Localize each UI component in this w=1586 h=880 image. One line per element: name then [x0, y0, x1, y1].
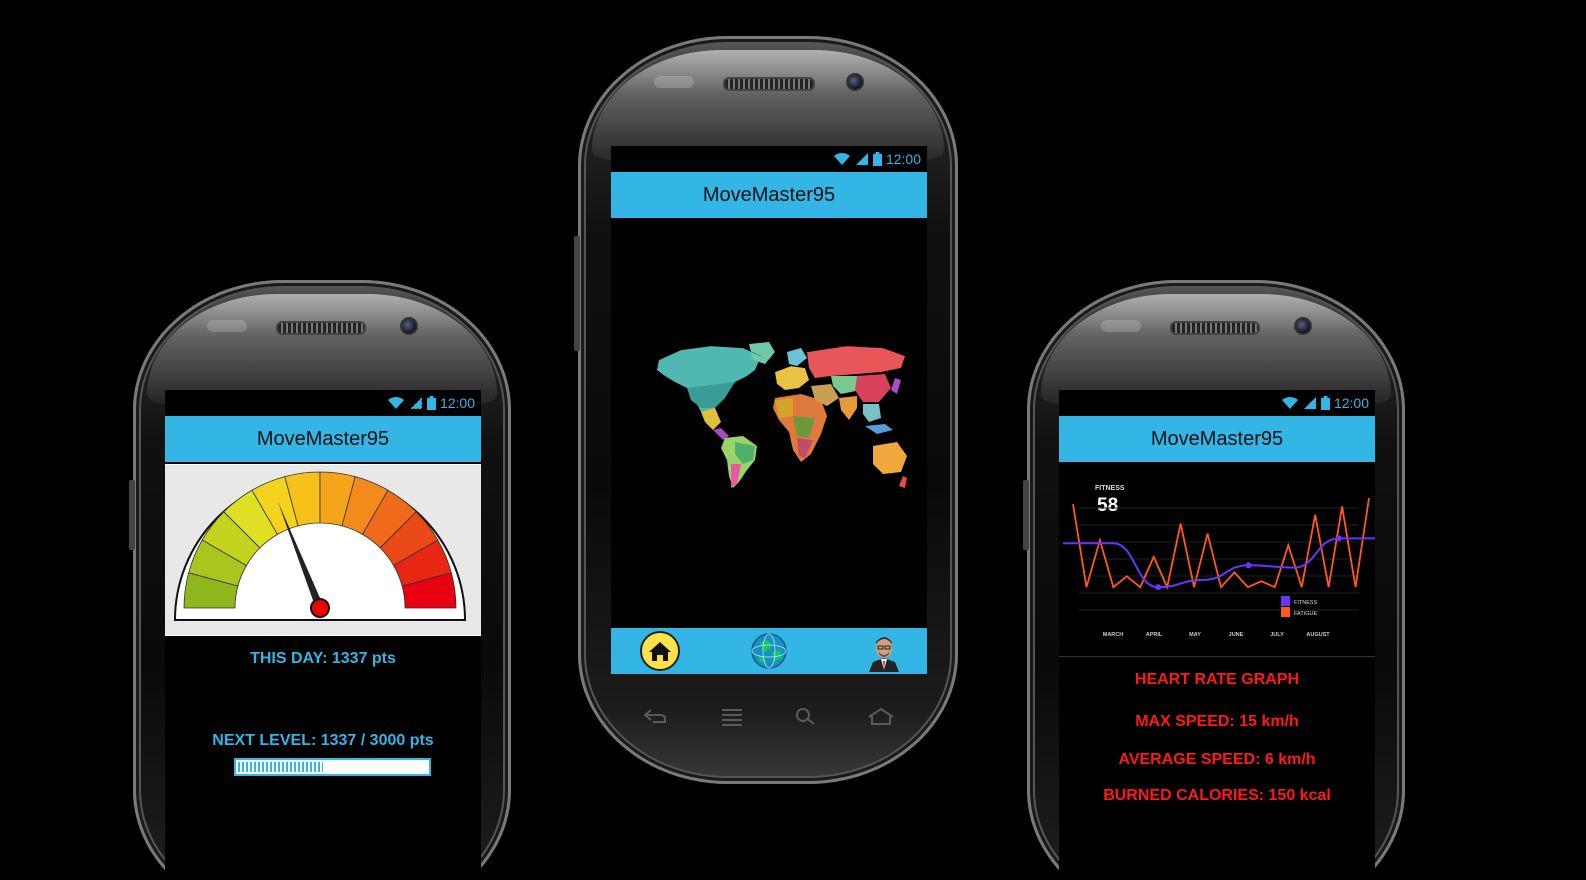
earpiece-speaker [276, 321, 366, 335]
chart-x-tick-label: JUNE [1229, 632, 1244, 638]
profile-icon [863, 630, 905, 672]
status-time: 12:00 [885, 151, 921, 167]
phone-gloss [147, 294, 497, 404]
front-camera [1294, 317, 1312, 335]
battery-icon [872, 152, 882, 166]
chart-x-tick-label: MARCH [1103, 632, 1123, 638]
max-speed-stat: MAX SPEED: 15 km/h [1135, 713, 1299, 730]
volume-key[interactable] [129, 480, 135, 550]
chart-x-tick-label: MAY [1189, 632, 1201, 638]
burned-calories-stat: BURNED CALORIES: 150 kcal [1103, 787, 1331, 804]
fitness-point [1245, 562, 1252, 569]
world-map[interactable] [651, 342, 907, 490]
map-region-new-zealand [899, 476, 907, 488]
wifi-icon [387, 396, 404, 409]
earpiece-speaker [1170, 321, 1260, 335]
proximity-sensor [654, 76, 694, 88]
status-bar: 12:00 [611, 146, 927, 172]
menu-icon [722, 709, 742, 726]
home-icon [868, 707, 894, 725]
map-region-japan [891, 378, 901, 394]
nav-globe-button[interactable] [748, 630, 790, 672]
map-region-europe [775, 366, 809, 390]
wifi-icon [1281, 396, 1298, 409]
signal-icon [1303, 397, 1316, 409]
status-time: 12:00 [1333, 395, 1369, 411]
search-softkey[interactable] [795, 707, 817, 730]
signal-icon [408, 396, 423, 410]
left-screen: 12:00 MoveMaster95 THIS DAY: 1337 pts NE… [165, 390, 481, 880]
earpiece-speaker [723, 77, 815, 91]
app-title: MoveMaster95 [256, 427, 390, 450]
search-icon [796, 708, 815, 725]
app-title-bar: MoveMaster95 [165, 416, 481, 462]
legend-swatch [1281, 607, 1290, 617]
bottom-navigation [611, 628, 927, 674]
chart-x-tick-label: APRIL [1146, 632, 1163, 638]
map-region-scandinavia [787, 348, 807, 366]
home-softkey[interactable] [867, 707, 895, 730]
center-phone: 12:00 MoveMaster95 [574, 36, 958, 784]
chart-x-tick-label: JULY [1270, 632, 1284, 638]
this-day-points: THIS DAY: 1337 pts [250, 650, 396, 667]
front-camera [400, 317, 418, 335]
showcase-stage: 12:00 MoveMaster95 THIS DAY: 1337 pts NE… [0, 0, 1586, 880]
phone-gloss [1041, 294, 1391, 404]
nav-home-button[interactable] [639, 630, 681, 672]
average-speed-stat: AVERAGE SPEED: 6 km/h [1118, 751, 1316, 768]
menu-softkey[interactable] [720, 708, 744, 731]
chart-x-tick-label: AUGUST [1306, 632, 1330, 638]
status-bar: 12:00 [1059, 390, 1375, 416]
fitness-fatigue-chart: FITNESS 58 MARCH APRIL MAY JUNE JULY AUGUST F… [1062, 485, 1375, 638]
map-region-southeast-asia [863, 404, 881, 422]
legend-label: FATIGUE [1294, 611, 1317, 617]
home-icon [640, 631, 680, 671]
status-bar: 12:00 [165, 390, 481, 416]
signal-icon [855, 153, 868, 165]
app-title-bar: MoveMaster95 [611, 172, 927, 218]
status-time: 12:00 [439, 395, 475, 411]
map-region-mexico [701, 408, 721, 430]
level-gauge [173, 471, 467, 621]
level-progress-bar [234, 758, 431, 776]
front-camera [846, 73, 864, 91]
map-region-indonesia [865, 424, 893, 434]
fitness-chart-panel: FITNESS 58 MARCH APRIL MAY JUNE JULY AUGUST F… [1059, 464, 1375, 657]
chart-metric-value: 58 [1097, 495, 1118, 516]
speed-gauge-panel [165, 464, 481, 636]
chart-metric-label: FITNESS [1095, 485, 1125, 492]
left-phone: 12:00 MoveMaster95 THIS DAY: 1337 pts NE… [129, 280, 511, 880]
app-title: MoveMaster95 [702, 183, 836, 206]
right-phone: 12:00 MoveMaster95 FITNESS 58 MARCH APRIL… [1023, 280, 1405, 880]
wifi-icon [833, 152, 850, 165]
phone-gloss [592, 50, 944, 160]
proximity-sensor [1101, 320, 1141, 332]
back-icon [643, 709, 666, 723]
fitness-point [1336, 535, 1342, 542]
proximity-sensor [207, 320, 247, 332]
map-region-australia [873, 442, 907, 474]
right-screen: 12:00 MoveMaster95 FITNESS 58 MARCH APRIL… [1059, 390, 1375, 880]
level-progress-fill [238, 762, 323, 772]
app-title-bar: MoveMaster95 [1059, 416, 1375, 462]
fitness-point [1155, 584, 1162, 591]
battery-icon [1320, 396, 1330, 410]
volume-key[interactable] [1023, 480, 1029, 550]
legend-label: FITNESS [1294, 600, 1318, 606]
volume-key[interactable] [574, 236, 580, 351]
next-level-points: NEXT LEVEL: 1337 / 3000 pts [212, 732, 434, 749]
legend-swatch [1281, 596, 1290, 606]
map-region-india [839, 396, 857, 420]
globe-icon [751, 633, 787, 669]
nav-profile-button[interactable] [863, 630, 905, 672]
back-softkey[interactable] [643, 708, 667, 729]
map-region-china [855, 374, 891, 402]
battery-icon [426, 396, 436, 410]
center-screen: 12:00 MoveMaster95 [611, 146, 927, 674]
gauge-hub [310, 598, 330, 618]
app-title: MoveMaster95 [1150, 427, 1284, 450]
heart-rate-graph-title: HEART RATE GRAPH [1134, 671, 1300, 688]
